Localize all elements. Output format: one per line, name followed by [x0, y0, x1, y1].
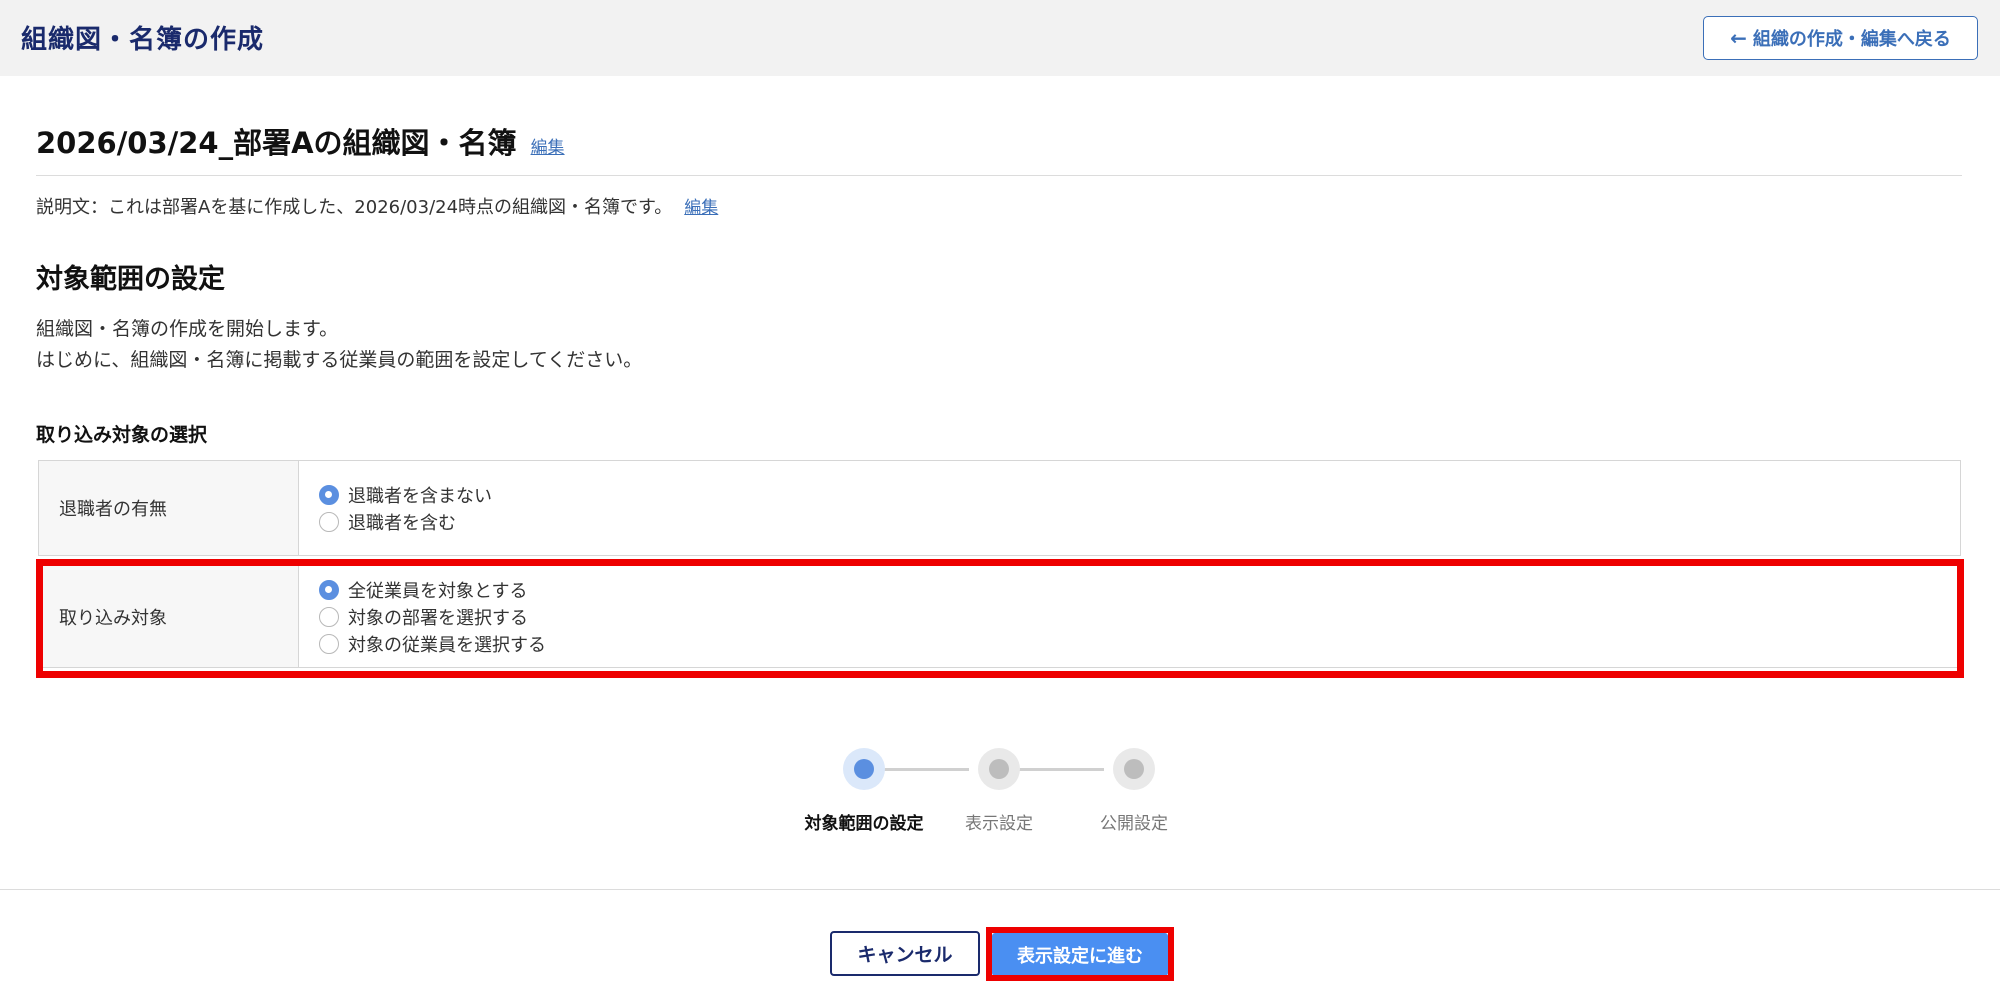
section-title: 対象範囲の設定: [36, 264, 225, 295]
next-display-settings-button[interactable]: 表示設定に進む: [992, 933, 1168, 976]
retired-radio-group: 退職者を含まない 退職者を含む: [299, 461, 492, 555]
step-indicator-1: [843, 748, 885, 790]
radio-button-checked[interactable]: [319, 484, 339, 505]
step-dot-active: [854, 759, 874, 779]
radio-all-employees[interactable]: 全従業員を対象とする: [319, 578, 546, 602]
description-row: 説明文：これは部署Aを基に作成した、2026/03/24時点の組織図・名簿です。…: [36, 193, 718, 219]
description-text: 説明文：これは部署Aを基に作成した、2026/03/24時点の組織図・名簿です。: [36, 197, 673, 218]
step-indicator-3: [1113, 748, 1155, 790]
step-indicator-2: [978, 748, 1020, 790]
import-target-subtitle: 取り込み対象の選択: [36, 424, 208, 446]
radio-label: 退職者を含む: [348, 512, 456, 534]
step-label-1: 対象範囲の設定: [804, 814, 924, 834]
radio-button-checked[interactable]: [319, 579, 339, 600]
progress-stepper: 対象範囲の設定 表示設定 公開設定: [790, 748, 1190, 848]
arrow-left-icon: ←: [1730, 26, 1747, 50]
radio-button[interactable]: [319, 511, 339, 532]
document-title: 2026/03/24_部署Aの組織図・名簿: [36, 126, 517, 160]
back-to-edit-button[interactable]: ← 組織の作成・編集へ戻る: [1703, 16, 1978, 60]
header-bar: 組織図・名簿の作成 ← 組織の作成・編集へ戻る: [0, 0, 2000, 76]
radio-button[interactable]: [319, 633, 339, 654]
footer-divider: [0, 889, 2000, 890]
radio-label: 退職者を含まない: [348, 485, 492, 507]
import-target-label: 取り込み対象: [39, 566, 299, 667]
radio-select-employees[interactable]: 対象の従業員を選択する: [319, 632, 546, 656]
back-button-label: 組織の作成・編集へ戻る: [1752, 29, 1951, 50]
cancel-button[interactable]: キャンセル: [830, 931, 980, 976]
app-title: 組織図・名簿の作成: [21, 25, 265, 55]
intro-line-1: 組織図・名簿の作成を開始します。: [36, 318, 339, 340]
retired-setting-label: 退職者の有無: [39, 461, 299, 555]
retired-setting-row: 退職者の有無 退職者を含まない 退職者を含む: [38, 460, 1961, 556]
document-title-row: 2026/03/24_部署Aの組織図・名簿 編集: [36, 120, 565, 160]
intro-line-2: はじめに、組織図・名簿に掲載する従業員の範囲を設定してください。: [36, 349, 643, 371]
edit-title-link[interactable]: 編集: [531, 133, 565, 158]
radio-label: 対象の部署を選択する: [348, 607, 528, 629]
radio-label: 全従業員を対象とする: [348, 580, 528, 602]
divider: [36, 175, 1962, 176]
step-dot: [1124, 759, 1144, 779]
radio-button[interactable]: [319, 606, 339, 627]
step-dot: [989, 759, 1009, 779]
import-target-radio-group: 全従業員を対象とする 対象の部署を選択する 対象の従業員を選択する: [299, 566, 546, 667]
edit-description-link[interactable]: 編集: [684, 193, 718, 218]
radio-label: 対象の従業員を選択する: [348, 634, 546, 656]
import-target-row: 取り込み対象 全従業員を対象とする 対象の部署を選択する 対象の従業員を選択する: [38, 565, 1961, 668]
step-label-3: 公開設定: [1100, 814, 1168, 834]
step-label-2: 表示設定: [965, 814, 1033, 834]
radio-exclude-retired[interactable]: 退職者を含まない: [319, 483, 492, 507]
radio-select-departments[interactable]: 対象の部署を選択する: [319, 605, 546, 629]
radio-include-retired[interactable]: 退職者を含む: [319, 510, 492, 534]
intro-text: 組織図・名簿の作成を開始します。 はじめに、組織図・名簿に掲載する従業員の範囲を…: [36, 314, 642, 376]
